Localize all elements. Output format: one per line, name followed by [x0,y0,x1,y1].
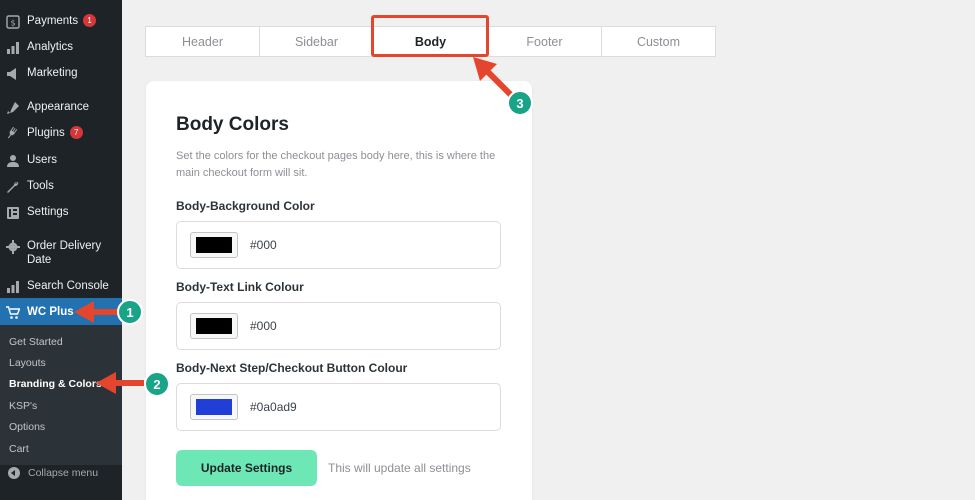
cart-icon [6,306,20,320]
submenu-item-layouts[interactable]: Layouts [9,357,46,369]
svg-text:$: $ [10,19,15,28]
sidebar-item-users[interactable]: Users [0,153,122,168]
sidebar-item-analytics[interactable]: Analytics [0,40,122,55]
submenu-item-get-started[interactable]: Get Started [9,336,63,348]
settings-tabs: Header Sidebar Body Footer Custom [145,26,716,57]
tab-custom[interactable]: Custom [602,27,715,56]
sidebar-item-search-console[interactable]: Search Console [0,279,122,294]
sidebar-item-label: Payments [27,15,79,27]
swatch-fill [196,318,232,334]
sidebar-item-label: Users [27,154,58,166]
color-picker-checkout-button[interactable]: #0a0ad9 [176,383,501,431]
sidebar-item-plugins[interactable]: Plugins 7 [0,126,122,141]
card-description: Set the colors for the checkout pages bo… [176,150,496,179]
step-callout-1: 1 [117,299,143,325]
submenu-item-options[interactable]: Options [9,421,45,433]
sidebar-item-settings[interactable]: Settings [0,205,122,220]
sidebar-item-wc-plus-row: WC Plus [0,305,122,320]
field-label-body-text-link: Body-Text Link Colour [176,280,304,294]
swatch-fill [196,399,232,415]
payments-icon: $ [6,15,20,29]
notification-badge: 1 [83,14,97,27]
step-callout-2: 2 [144,371,170,397]
update-settings-hint: This will update all settings [328,461,471,475]
color-value: #0a0ad9 [250,400,297,414]
submenu-item-branding-colors[interactable]: Branding & Colors [9,378,102,390]
color-value: #000 [250,319,277,333]
update-settings-button[interactable]: Update Settings [176,450,317,486]
color-picker-body-background[interactable]: #000 [176,221,501,269]
tab-footer[interactable]: Footer [488,27,602,56]
collapse-menu-label: Collapse menu [28,467,99,479]
notification-badge: 7 [69,126,83,139]
sidebar-item-tools[interactable]: Tools [0,179,122,194]
settings-icon [6,206,20,220]
submenu-item-ksps[interactable]: KSP's [9,400,37,412]
field-label-body-background: Body-Background Color [176,199,315,213]
sidebar-item-marketing[interactable]: Marketing [0,66,122,81]
sidebar-item-label: Marketing [27,67,78,79]
color-value: #000 [250,238,277,252]
sidebar-item-label: Plugins [27,127,65,139]
sidebar-item-payments[interactable]: $ Payments 1 [0,14,122,29]
appearance-icon [6,101,20,115]
tab-header[interactable]: Header [146,27,260,56]
tab-sidebar[interactable]: Sidebar [260,27,374,56]
color-swatch[interactable] [190,313,238,339]
collapse-menu-button[interactable]: Collapse menu [0,467,122,479]
admin-sidebar: $ Payments 1 Analytics Marketing Appearan… [0,0,122,500]
body-colors-card: Body Colors Set the colors for the check… [146,81,532,500]
plugins-icon [6,127,20,141]
sidebar-item-label: Appearance [27,101,90,113]
sidebar-item-appearance[interactable]: Appearance [0,100,122,115]
step-callout-3: 3 [507,90,533,116]
tab-body[interactable]: Body [374,27,488,56]
sidebar-item-label: Search Console [27,280,109,292]
users-icon [6,154,20,168]
wc-plus-submenu: Get Started Layouts Branding & Colors KS… [0,325,122,465]
sidebar-item-label: Settings [27,206,69,218]
tools-icon [6,180,20,194]
sidebar-item-label: Order Delivery Date [27,240,102,266]
marketing-icon [6,67,20,81]
sidebar-item-label: Analytics [27,41,74,53]
sidebar-item-label: Tools [27,180,54,192]
card-title: Body Colors [176,114,289,135]
sidebar-item-order-delivery-date[interactable]: Order Delivery Date [0,239,112,267]
color-swatch[interactable] [190,232,238,258]
gear-icon [6,240,20,254]
submenu-item-cart[interactable]: Cart [9,443,29,455]
swatch-fill [196,237,232,253]
field-label-checkout-button: Body-Next Step/Checkout Button Colour [176,361,408,375]
analytics-icon [6,280,20,294]
color-swatch[interactable] [190,394,238,420]
sidebar-item-wc-plus[interactable]: WC Plus [0,298,122,325]
analytics-icon [6,41,20,55]
sidebar-item-label: WC Plus [27,306,74,318]
color-picker-body-text-link[interactable]: #000 [176,302,501,350]
collapse-icon [8,467,20,479]
